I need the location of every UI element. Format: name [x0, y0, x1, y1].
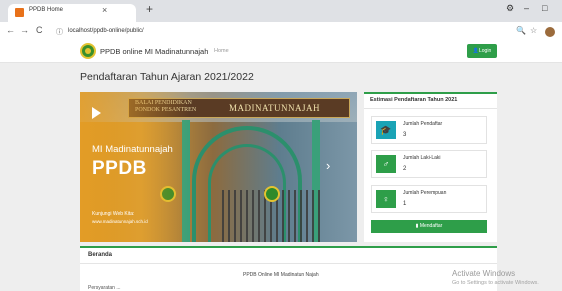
- stat-card-total: 🎓 Jumlah Pendaftar 3: [371, 116, 487, 144]
- login-button[interactable]: 👤Login: [467, 44, 497, 58]
- browser-tab[interactable]: PPDB Home ×: [8, 4, 136, 22]
- forward-icon[interactable]: →: [20, 25, 29, 35]
- activate-windows-title: Activate Windows: [452, 269, 516, 278]
- profile-avatar[interactable]: [545, 27, 555, 37]
- stat-label: Jumlah Pendaftar: [403, 121, 443, 127]
- tab-title: PPDB Home: [29, 7, 64, 13]
- divider: [364, 108, 497, 109]
- close-tab-icon[interactable]: ×: [102, 5, 107, 15]
- maximize-button[interactable]: □: [542, 3, 547, 13]
- graduation-cap-icon: 🎓: [376, 121, 396, 139]
- emblem-icon: [264, 186, 280, 202]
- stat-card-male: ♂ Jumlah Laki-Laki 2: [371, 150, 487, 178]
- stat-card-female: ♀ Jumlah Perempuan 1: [371, 185, 487, 213]
- stat-value: 1: [403, 201, 407, 207]
- visit-label: Kunjungi Web Kita:: [92, 211, 135, 217]
- stat-value: 3: [403, 132, 407, 138]
- settings-icon[interactable]: ⚙: [506, 3, 514, 14]
- female-icon: ♀: [376, 190, 396, 208]
- stat-label: Jumlah Laki-Laki: [403, 155, 441, 161]
- banner-right-text: MADINATUNNAJAH: [229, 103, 320, 113]
- favicon-icon: [15, 8, 24, 17]
- login-label: Login: [479, 48, 492, 54]
- bookmark-star-icon[interactable]: ☆: [530, 26, 537, 35]
- male-icon: ♂: [376, 155, 396, 173]
- divider: [80, 263, 497, 264]
- nav-home-link[interactable]: Home: [214, 48, 229, 54]
- browser-tab-bar: PPDB Home × + ⚙ – □: [0, 0, 562, 22]
- section-text: PPDB Online MI Madinatun Najah: [243, 272, 319, 278]
- hero-slider[interactable]: BALAI PENDIDIKAN PONDOK PESANTREN MADINA…: [80, 92, 357, 242]
- site-info-icon[interactable]: ⓘ: [56, 27, 63, 37]
- minimize-button[interactable]: –: [524, 3, 529, 13]
- school-name: MI Madinatunnajah: [92, 144, 173, 155]
- stat-value: 2: [403, 166, 407, 172]
- register-label: Mendaftar: [419, 223, 443, 229]
- section-title: Beranda: [88, 252, 113, 258]
- url-text[interactable]: localhost/ppdb-online/public/: [68, 28, 144, 34]
- activate-windows-subtitle: Go to Settings to activate Windows.: [452, 280, 539, 286]
- register-button[interactable]: ▮ Mendaftar: [371, 220, 487, 233]
- url-input[interactable]: ⓘ localhost/ppdb-online/public/: [56, 25, 506, 39]
- home-section: [80, 246, 497, 291]
- visit-url: www.madinatunnajah.sch.id: [92, 219, 148, 224]
- estimate-title: Estimasi Pendaftaran Tahun 2021: [370, 97, 458, 103]
- school-logo-icon[interactable]: [80, 43, 96, 59]
- address-bar-row: ← → C ⓘ localhost/ppdb-online/public/ 🔍 …: [0, 22, 562, 43]
- site-brand[interactable]: PPDB online MI Madinatunnajah: [100, 47, 208, 56]
- zoom-icon[interactable]: 🔍: [516, 26, 526, 35]
- play-arrow-icon: [92, 107, 101, 119]
- slider-next-icon[interactable]: ›: [326, 158, 330, 173]
- stat-label: Jumlah Perempuan: [403, 190, 447, 196]
- section-next-line: Persyaratan ...: [88, 285, 121, 291]
- back-icon[interactable]: ←: [6, 25, 15, 35]
- reload-icon[interactable]: C: [36, 25, 43, 35]
- new-tab-button[interactable]: +: [146, 2, 153, 16]
- page-title: Pendaftaran Tahun Ajaran 2021/2022: [80, 71, 254, 83]
- document-icon: ▮: [415, 223, 419, 229]
- slider-headline: PPDB: [92, 158, 147, 179]
